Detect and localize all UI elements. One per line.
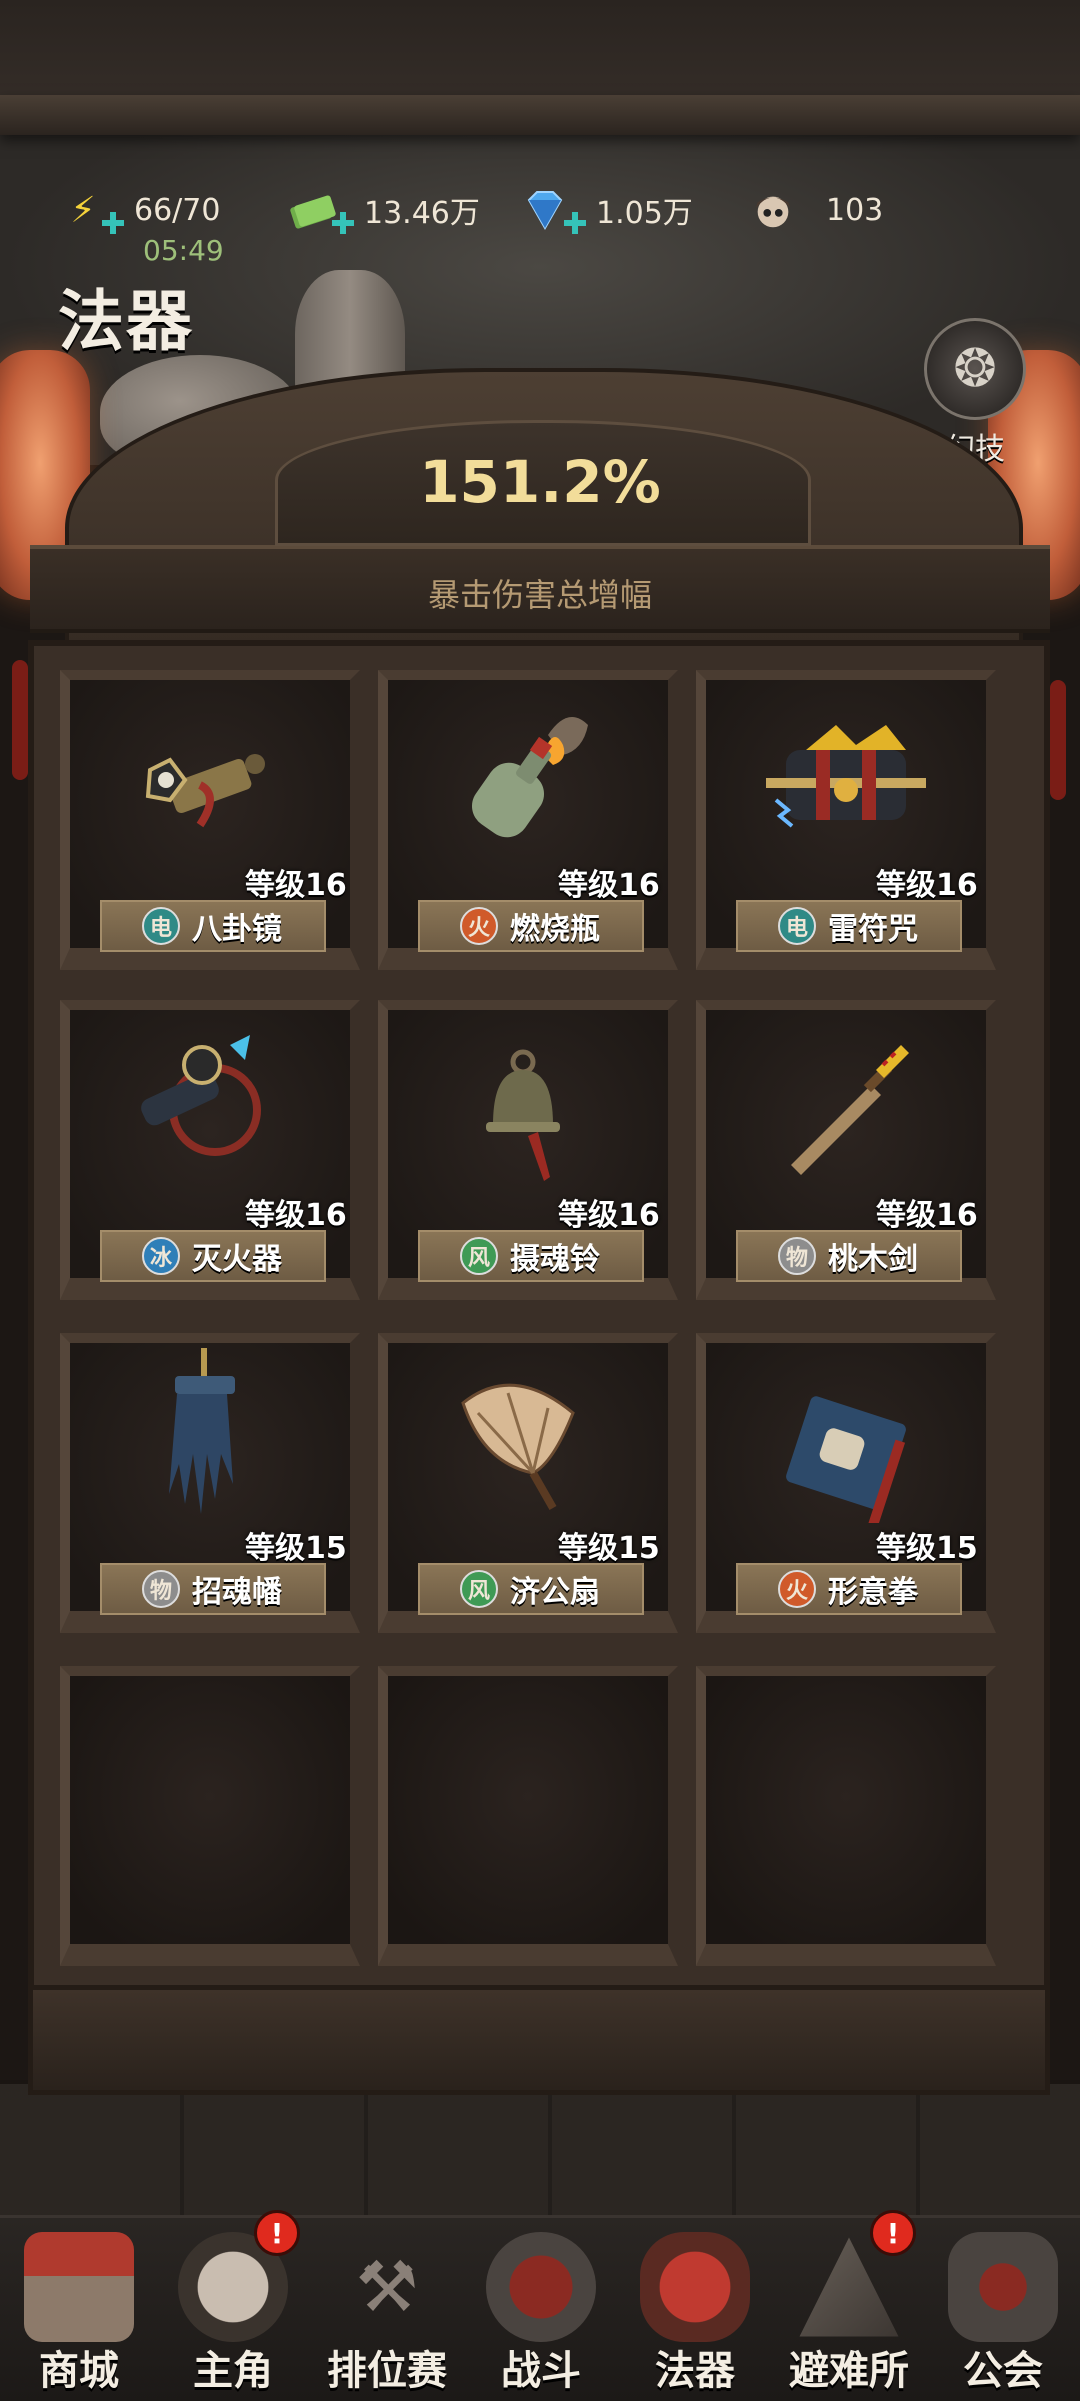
- element-badge: 电: [778, 907, 816, 945]
- item-name-plate[interactable]: 火 燃烧瓶: [418, 900, 644, 952]
- nav-label: 商城: [39, 2348, 119, 2394]
- thunder-talisman-icon: [746, 710, 946, 860]
- avatar-counter: 103: [750, 180, 883, 240]
- crit-damage-value: 151.2%: [419, 448, 661, 516]
- item-level: 等级15: [245, 1531, 347, 1566]
- nav-ranked[interactable]: ⚒ 排位赛: [310, 2218, 464, 2401]
- bagua-mirror-icon: [125, 720, 285, 870]
- item-name-plate[interactable]: 风 济公扇: [418, 1563, 644, 1615]
- nav-label: 排位赛: [327, 2348, 447, 2394]
- nav-artifacts[interactable]: 法器: [618, 2218, 772, 2401]
- soul-banner-icon: [125, 1348, 285, 1514]
- add-energy-icon[interactable]: [102, 212, 124, 234]
- nav-label: 避难所: [789, 2348, 909, 2394]
- item-name-plate[interactable]: 物 桃木剑: [736, 1230, 962, 1282]
- guild-helmet-icon: [948, 2232, 1058, 2342]
- empty-slot: [378, 1666, 678, 1966]
- item-name: 八卦镜: [192, 912, 282, 947]
- swirl-rune-icon: ❂: [924, 318, 1026, 420]
- floor: [0, 2080, 1080, 2234]
- nav-label: 主角: [193, 2348, 273, 2394]
- xingyi-fist-book-icon: [766, 1378, 926, 1528]
- item-name-plate[interactable]: 火 形意拳: [736, 1563, 962, 1615]
- item-level: 等级16: [876, 1198, 978, 1233]
- item-name-plate[interactable]: 风 摄魂铃: [418, 1230, 644, 1282]
- soul-bell-icon: [443, 1040, 603, 1190]
- item-name: 摄魂铃: [510, 1242, 600, 1277]
- item-level: 等级16: [558, 868, 660, 903]
- alert-badge: !: [254, 2210, 300, 2256]
- item-name: 雷符咒: [828, 912, 918, 947]
- item-name: 招魂幡: [192, 1575, 282, 1610]
- element-badge: 火: [460, 907, 498, 945]
- right-lantern-tassel: [1050, 680, 1066, 800]
- element-badge: 火: [778, 1570, 816, 1608]
- nav-hero[interactable]: 主角 !: [156, 2210, 310, 2401]
- element-badge: 风: [460, 1237, 498, 1275]
- nav-label: 公会: [963, 2348, 1043, 2394]
- avatar-count: 103: [826, 192, 884, 228]
- bottom-nav: 商城 主角 ! ⚒ 排位赛 战斗 法器 避难所 ! 公会: [0, 2210, 1080, 2401]
- nav-battle[interactable]: 战斗: [464, 2218, 618, 2401]
- cash-value: 13.46万: [364, 196, 480, 231]
- rifle-shovel-icon: ⚒: [355, 2246, 419, 2328]
- empty-slot: [696, 1666, 996, 1966]
- element-badge: 电: [142, 907, 180, 945]
- nav-label: 战斗: [501, 2348, 581, 2394]
- item-level: 等级16: [245, 1198, 347, 1233]
- item-level: 等级16: [245, 868, 347, 903]
- element-badge: 物: [778, 1237, 816, 1275]
- item-level: 等级15: [876, 1531, 978, 1566]
- item-name-plate[interactable]: 电 雷符咒: [736, 900, 962, 952]
- diamond-icon: [522, 187, 568, 233]
- element-badge: 风: [460, 1570, 498, 1608]
- page-title: 法器: [58, 283, 194, 360]
- gem-value: 1.05万: [596, 196, 693, 231]
- energy-value: 66/70: [134, 192, 221, 228]
- ceiling-beam: [0, 95, 1080, 135]
- item-name: 形意拳: [828, 1575, 918, 1610]
- empty-slot: [60, 1666, 360, 1966]
- cash-counter[interactable]: 13.46万: [290, 180, 480, 240]
- jigong-fan-icon: [443, 1368, 603, 1518]
- artifact-lantern-icon: [640, 2232, 750, 2342]
- gem-counter[interactable]: 1.05万: [522, 180, 693, 240]
- crit-damage-label: 暴击伤害总增幅: [427, 576, 652, 614]
- lightning-icon: ⚡: [70, 189, 96, 231]
- extinguisher-icon: [120, 1030, 280, 1180]
- left-lantern-tassel: [12, 660, 28, 780]
- item-level: 等级15: [558, 1531, 660, 1566]
- energy-timer: 05:49: [143, 234, 224, 267]
- character-portrait-icon: [750, 187, 796, 233]
- cabinet-base: [28, 1985, 1050, 2095]
- add-gems-icon[interactable]: [564, 212, 586, 234]
- item-name: 燃烧瓶: [510, 912, 600, 947]
- element-badge: 冰: [142, 1237, 180, 1275]
- nav-shelter[interactable]: 避难所 !: [772, 2210, 926, 2401]
- item-name-plate[interactable]: 冰 灭火器: [100, 1230, 326, 1282]
- cash-stack-icon: [290, 187, 336, 233]
- item-name-plate[interactable]: 物 招魂幡: [100, 1563, 326, 1615]
- molotov-bottle-icon: [448, 700, 608, 850]
- shop-stall-icon: [24, 2232, 134, 2342]
- add-cash-icon[interactable]: [332, 212, 354, 234]
- battle-saw-icon: [486, 2232, 596, 2342]
- peach-wood-sword-icon: [766, 1030, 926, 1180]
- item-level: 等级16: [558, 1198, 660, 1233]
- item-name-plate[interactable]: 电 八卦镜: [100, 900, 326, 952]
- alert-badge: !: [870, 2210, 916, 2256]
- item-name: 桃木剑: [828, 1242, 918, 1277]
- element-badge: 物: [142, 1570, 180, 1608]
- item-level: 等级16: [876, 868, 978, 903]
- item-name: 灭火器: [192, 1242, 282, 1277]
- nav-shop[interactable]: 商城: [2, 2218, 156, 2401]
- nav-label: 法器: [655, 2348, 735, 2394]
- nav-guild[interactable]: 公会: [926, 2218, 1080, 2401]
- energy-counter[interactable]: ⚡ 66/70: [60, 180, 220, 240]
- item-name: 济公扇: [510, 1575, 600, 1610]
